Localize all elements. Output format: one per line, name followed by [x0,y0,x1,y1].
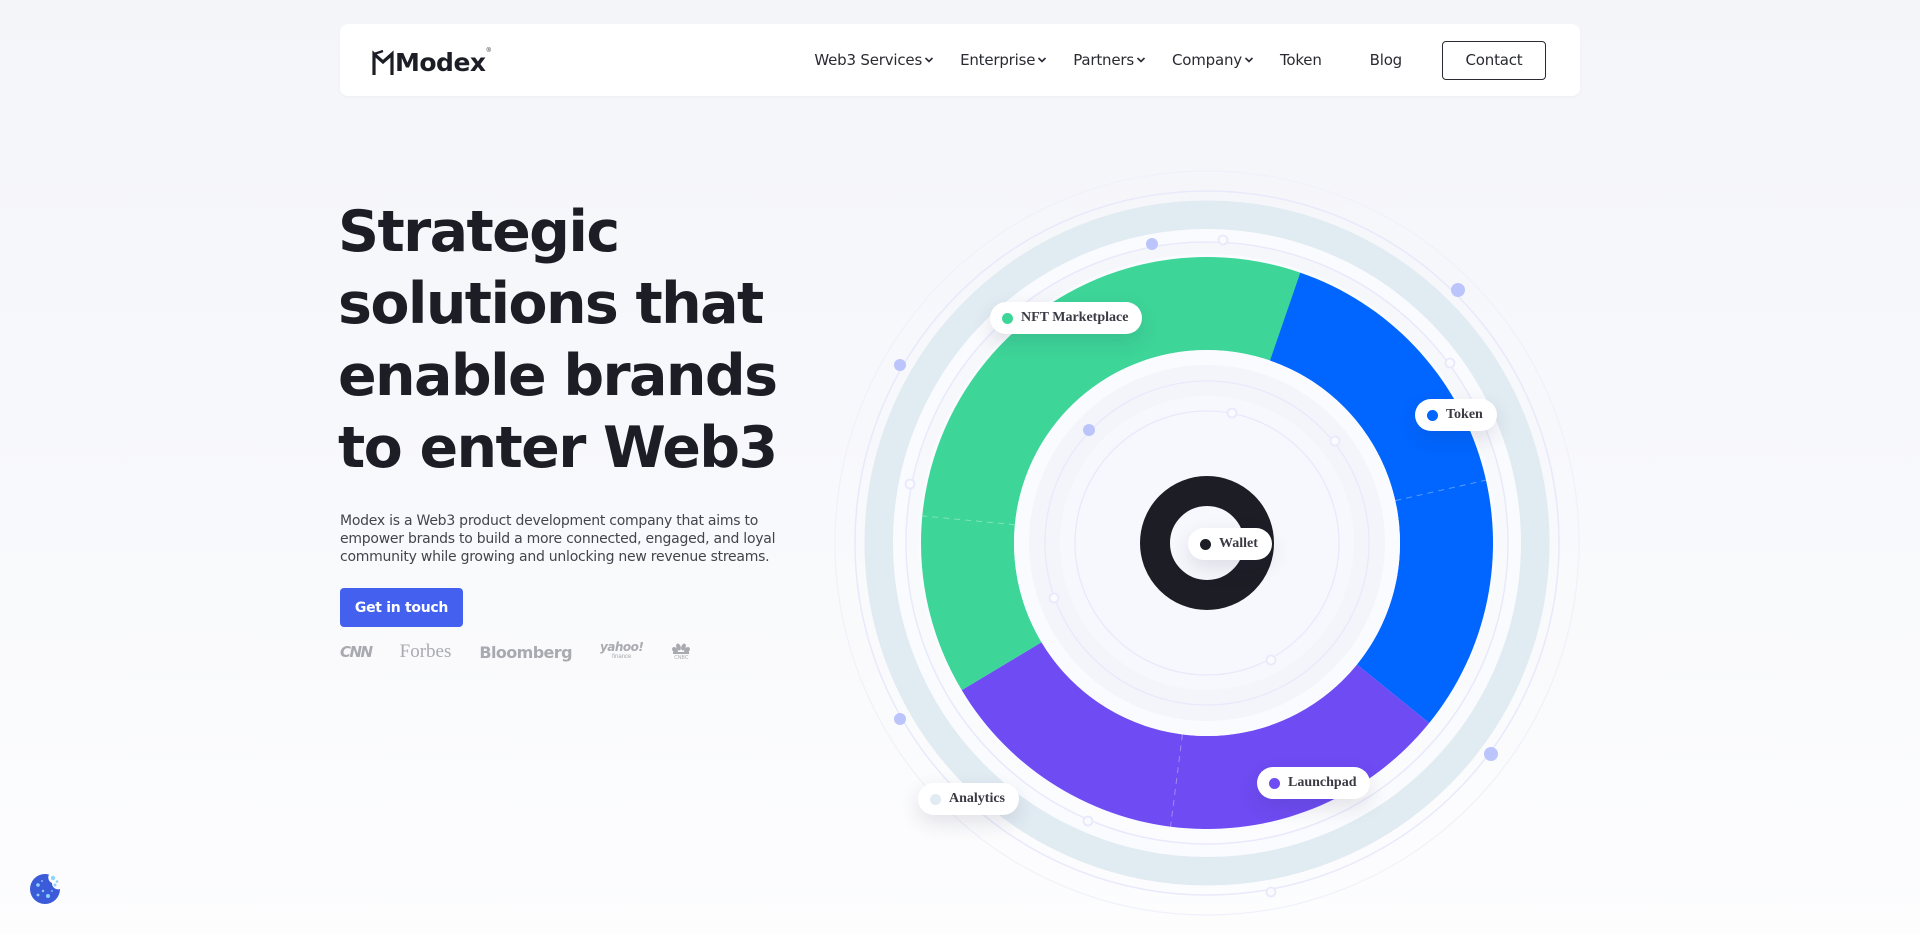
orbit-dot-hollow [1048,592,1060,604]
chevron-down-icon [1038,57,1047,63]
orbit-dot-hollow [1217,234,1229,246]
orbit-dot-hollow [1265,654,1277,666]
orbit-dot-hollow [1082,815,1094,827]
orbit-dot-filled [1484,747,1498,761]
headline-line: solutions that [338,271,764,337]
label-text: Analytics [949,791,1005,806]
logo-mark-icon [372,50,394,75]
get-in-touch-button[interactable]: Get in touch [340,588,463,627]
segment-divider [1395,479,1487,502]
orbit-dot-hollow [1265,886,1277,898]
logo[interactable]: Modex ® [372,46,491,76]
wallet-dot-icon [1200,538,1211,550]
chevron-down-icon [925,57,934,63]
contact-button[interactable]: Contact [1442,40,1546,80]
nav-label: Company [1171,51,1242,69]
nav-label: Partners [1073,51,1134,69]
cnbc-wordmark: CNBC [674,655,689,661]
hero-headline: Strategic solutions that enable brands t… [338,196,858,484]
segment-divider [1170,734,1183,827]
nav-partners[interactable]: Partners [1073,51,1146,69]
bloomberg-logo: Bloomberg [479,642,572,662]
label-token[interactable]: Token [1415,399,1497,431]
press-logos: CNN Forbes Bloomberg yahoo! finance CNBC [340,640,719,664]
hero-description: Modex is a Web3 product development comp… [340,513,776,565]
segment-divider [922,515,1015,526]
chevron-down-icon [1136,57,1146,63]
token-dot-icon [1427,409,1438,421]
label-text: Launchpad [1288,775,1357,790]
orbit-dot-hollow [1226,407,1238,419]
wheel-segment-launchpad [961,642,1430,830]
nav-enterprise[interactable]: Enterprise [960,51,1047,69]
nft-marketplace-dot-icon [1002,312,1013,324]
cnbc-logo: CNBC [671,642,691,662]
logo-registered-mark: ® [486,48,491,54]
logo-text: Modex [395,48,486,77]
main-menu: Web3 Services Enterprise Partners Compan… [814,40,1546,80]
nav-label: Blog [1369,51,1403,69]
label-text: NFT Marketplace [1021,310,1129,325]
navbar: Modex ® Web3 Services Enterprise Partner… [340,24,1580,96]
wheel-segment-token [1269,272,1494,724]
chevron-down-icon [1244,57,1254,63]
orbit-dot-hollow [1329,435,1341,447]
nav-token[interactable]: Token [1280,51,1322,69]
orbit-dot-hollow [1444,357,1456,369]
nav-label: Web3 Services [814,51,923,69]
yahoo-finance-sub: finance [611,654,632,660]
launchpad-dot-icon [1269,777,1280,789]
analytics-dot-icon [930,793,941,805]
label-analytics[interactable]: Analytics [918,783,1019,815]
nav-label: Token [1279,51,1322,69]
label-launchpad[interactable]: Launchpad [1257,767,1371,799]
services-wheel: NFT Marketplace Token Wallet Launchpad A… [0,0,1920,934]
cookie-settings-button[interactable] [28,872,62,906]
nav-label: Enterprise [960,51,1036,69]
nav-company[interactable]: Company [1172,51,1254,69]
label-wallet[interactable]: Wallet [1188,528,1272,560]
headline-line: to enter Web3 [338,415,778,481]
forbes-logo: Forbes [399,641,452,662]
label-text: Wallet [1219,536,1258,551]
orbit-dot-filled [1451,283,1465,297]
orbit-dot-filled [894,359,906,371]
cnn-logo: CNN [340,643,373,661]
nav-web3-services[interactable]: Web3 Services [814,51,934,69]
orbit-dot-filled [1083,424,1095,436]
nav-blog[interactable]: Blog [1369,51,1403,69]
cnbc-peacock-icon [672,643,691,654]
headline-line: enable brands [338,343,778,409]
yahoo-finance-logo: yahoo! finance [599,640,644,662]
label-nft-marketplace[interactable]: NFT Marketplace [990,302,1143,334]
label-text: Token [1446,407,1483,422]
orbit-dot-filled [894,713,906,725]
headline-line: Strategic [338,199,620,265]
yahoo-wordmark: yahoo! [599,640,644,654]
orbit-dot-hollow [904,478,916,490]
orbit-dot-filled [1146,238,1158,250]
cookie-icon [30,874,60,904]
